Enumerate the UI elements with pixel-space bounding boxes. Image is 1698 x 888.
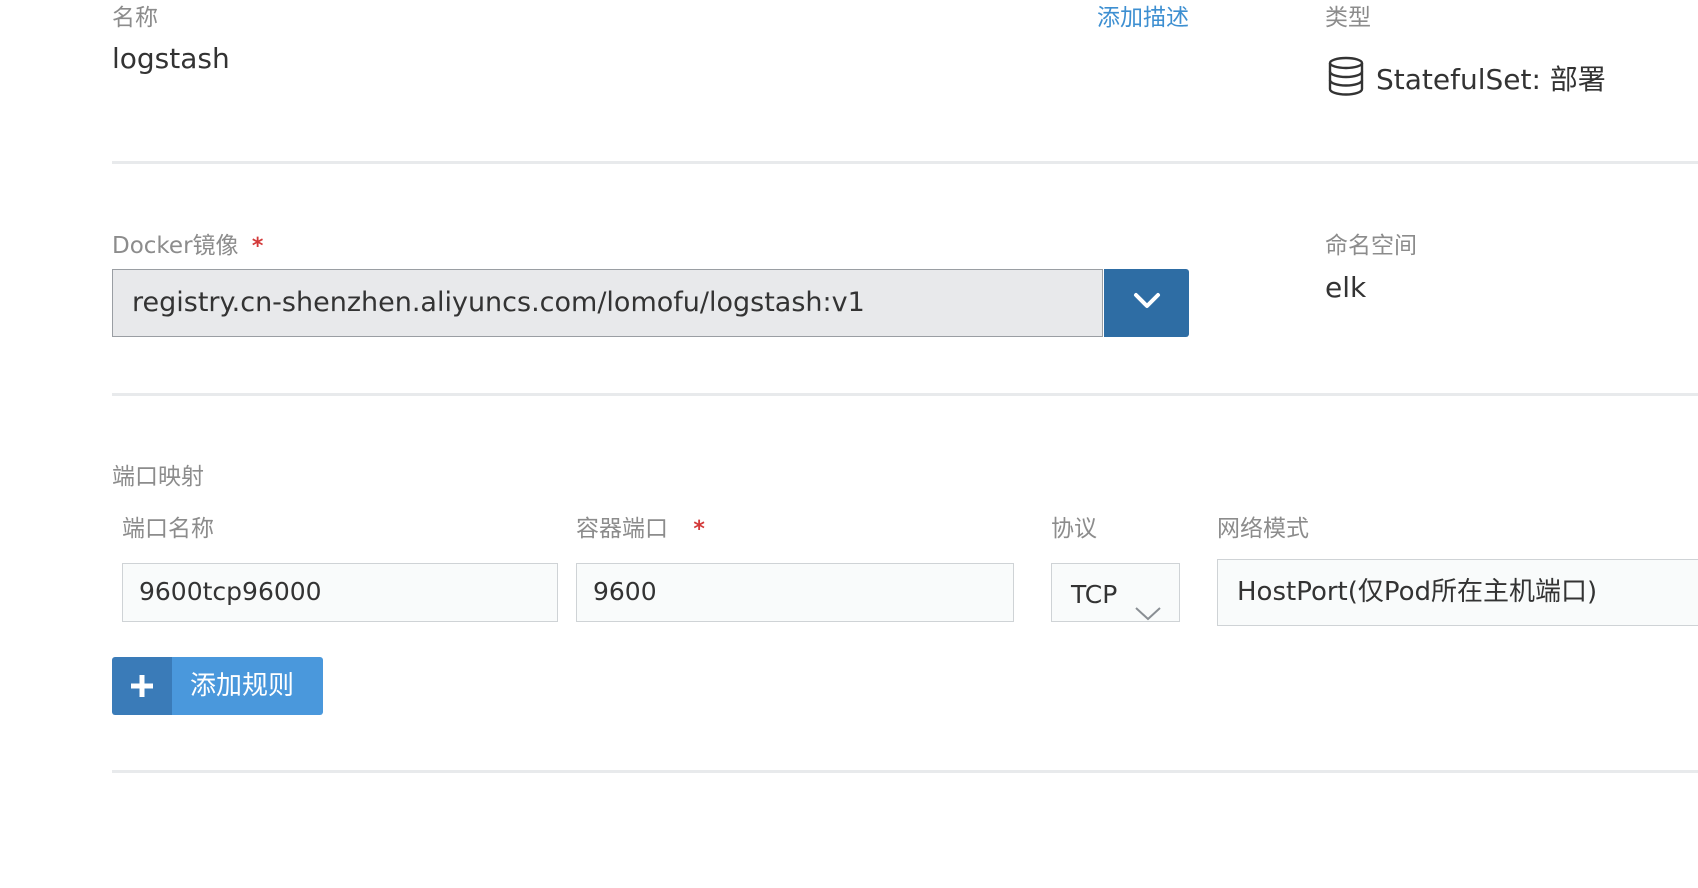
docker-image-label-text: Docker镜像 [112,233,239,259]
plus-icon [112,657,172,715]
section-divider [112,770,1698,773]
docker-image-input[interactable]: registry.cn-shenzhen.aliyuncs.com/lomofu… [112,269,1103,337]
network-mode-select[interactable]: HostPort(仅Pod所在主机端口) [1217,559,1698,626]
chevron-down-icon [1134,584,1162,621]
chevron-down-icon [1132,291,1162,315]
database-icon [1327,56,1365,96]
namespace-label: 命名空间 [1325,233,1417,259]
namespace-value: elk [1325,271,1367,304]
section-divider [112,161,1698,164]
workload-form: 名称 logstash 添加描述 类型 StatefulSet: 部署 Dock… [0,0,1698,888]
add-rule-label: 添加规则 [172,657,323,715]
required-mark: * [693,517,705,542]
container-port-header-text: 容器端口 [576,516,668,542]
name-value: logstash [112,42,230,75]
container-port-input[interactable]: 9600 [576,563,1014,622]
protocol-select[interactable]: TCP [1051,563,1180,622]
container-port-column-header: 容器端口 * [576,509,705,543]
name-label: 名称 [112,5,158,31]
type-label: 类型 [1325,5,1371,31]
docker-image-label: Docker镜像 * [112,226,263,260]
port-name-input[interactable]: 9600tcp96000 [122,563,558,622]
protocol-value: TCP [1071,580,1118,609]
add-rule-button[interactable]: 添加规则 [112,657,323,715]
type-value: StatefulSet: 部署 [1376,63,1606,96]
network-mode-column-header: 网络模式 [1217,516,1309,542]
required-mark: * [251,234,264,259]
image-dropdown-button[interactable] [1104,269,1189,337]
add-description-link[interactable]: 添加描述 [1097,0,1189,32]
section-divider [112,393,1698,396]
port-name-column-header: 端口名称 [122,516,214,542]
protocol-column-header: 协议 [1051,516,1097,542]
port-mapping-title: 端口映射 [112,464,204,490]
